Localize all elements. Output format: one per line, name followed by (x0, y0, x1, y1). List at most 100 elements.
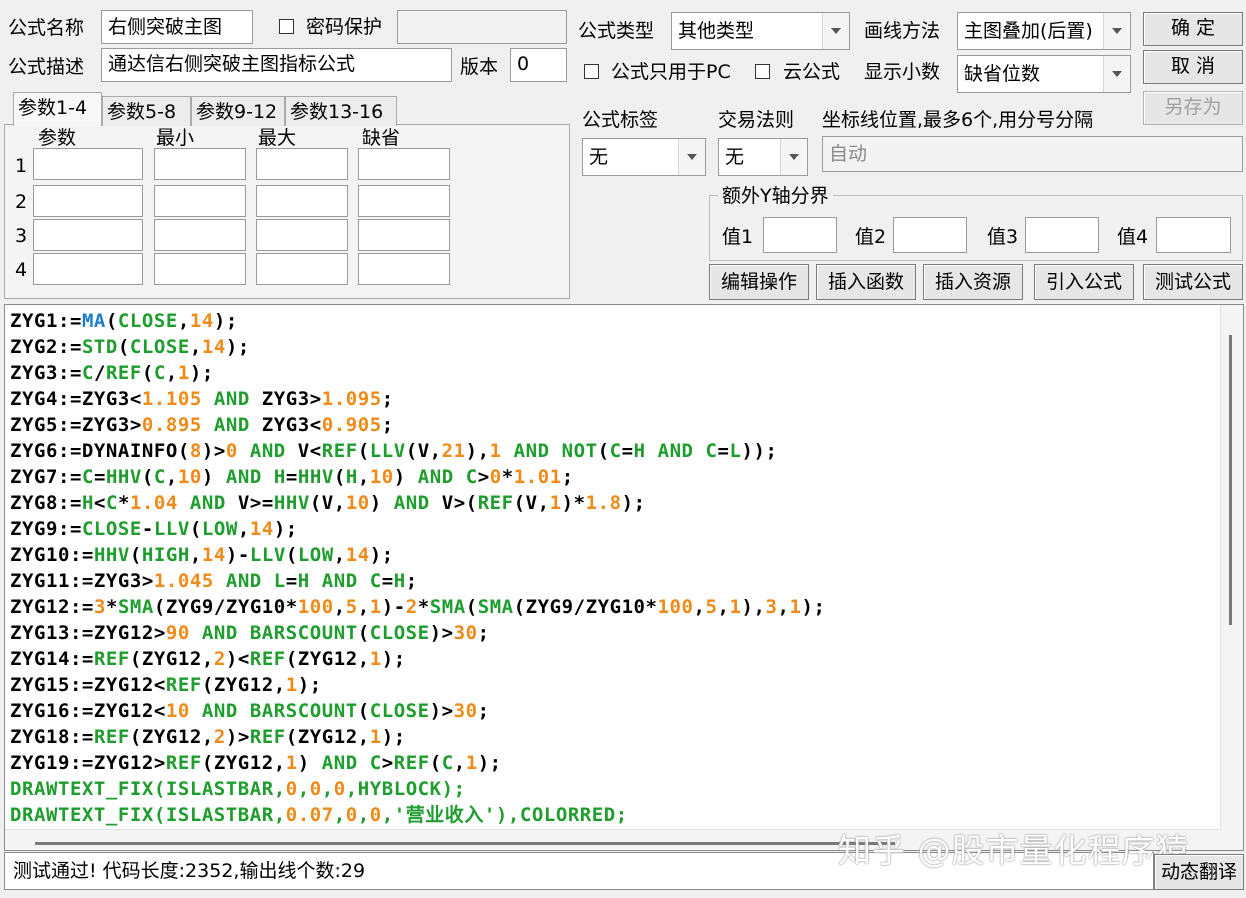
password-checkbox[interactable] (279, 19, 294, 34)
code-token: HIGH (141, 544, 190, 566)
code-token: L (729, 440, 742, 462)
code-token: 2 (405, 596, 418, 618)
test-formula-button[interactable]: 测试公式 (1143, 264, 1243, 300)
axis-position-label: 坐标线位置,最多6个,用分号分隔 (822, 109, 1094, 131)
code-token: 0 (369, 804, 382, 826)
code-token: ,HYBLOCK); (345, 778, 466, 800)
dynamic-translate-button[interactable]: 动态翻译 (1154, 854, 1244, 890)
ok-button[interactable]: 确 定 (1143, 12, 1243, 46)
code-token: ); (381, 726, 406, 748)
code-token: ZYG12:= (10, 596, 94, 618)
vertical-scrollbar[interactable] (1220, 305, 1243, 850)
param-3-default[interactable] (358, 219, 450, 251)
param-3-name[interactable] (33, 219, 143, 251)
code-token: 1.01 (513, 466, 562, 488)
param-1-default[interactable] (358, 148, 450, 180)
formula-name-label: 公式名称 (8, 17, 85, 39)
code-token: AND (225, 466, 262, 488)
chevron-down-icon[interactable] (1103, 13, 1130, 49)
tab-params-9-12[interactable]: 参数9-12 (191, 96, 285, 126)
tab-params-5-8[interactable]: 参数5-8 (102, 96, 191, 126)
code-token: CLOSE (117, 310, 178, 332)
vertical-scroll-thumb[interactable] (1229, 335, 1232, 625)
code-token: ( (465, 596, 478, 618)
code-token: ZYG10:= (10, 544, 94, 566)
param-1-name[interactable] (33, 148, 143, 180)
param-3-max[interactable] (256, 219, 348, 251)
code-line: ZYG1:=MA(CLOSE,14); (10, 308, 238, 334)
code-token: AND (321, 570, 358, 592)
code-token: AND (657, 440, 694, 462)
horizontal-scroll-thumb[interactable] (35, 842, 895, 845)
param-row-label: 2 (15, 191, 28, 213)
code-token: 1.105 (141, 388, 202, 410)
code-token: > (477, 466, 490, 488)
formula-name-input[interactable]: 右侧突破主图 (101, 10, 253, 44)
param-2-default[interactable] (358, 185, 450, 217)
chevron-down-icon[interactable] (1103, 56, 1130, 92)
param-2-min[interactable] (154, 185, 246, 217)
code-token: SMA (477, 596, 514, 618)
code-token: 14 (189, 310, 214, 332)
chevron-down-icon[interactable] (822, 13, 849, 49)
cancel-button[interactable]: 取 消 (1143, 50, 1243, 84)
tab-params-1-4[interactable]: 参数1-4 (13, 92, 102, 126)
formula-tag-select[interactable]: 无 (582, 138, 706, 176)
version-input[interactable]: 0 (510, 48, 567, 82)
chevron-down-icon[interactable] (678, 139, 705, 175)
code-token: , (189, 336, 202, 358)
param-4-max[interactable] (256, 253, 348, 285)
param-2-name[interactable] (33, 185, 143, 217)
pc-only-checkbox[interactable] (584, 64, 599, 79)
decimals-select[interactable]: 缺省位数 (957, 55, 1131, 93)
formula-desc-input[interactable]: 通达信右侧突破主图指标公式 (101, 48, 452, 82)
param-4-name[interactable] (33, 253, 143, 285)
chevron-down-icon[interactable] (780, 139, 807, 175)
formula-type-select[interactable]: 其他类型 (671, 12, 850, 50)
formula-type-label: 公式类型 (578, 20, 655, 42)
param-2-max[interactable] (256, 185, 348, 217)
param-4-default[interactable] (358, 253, 450, 285)
import-formula-button[interactable]: 引入公式 (1034, 264, 1134, 300)
code-token: , (333, 544, 346, 566)
code-token: ,'营业收入'),COLORRED; (381, 804, 628, 826)
y-value-3-input[interactable] (1025, 217, 1099, 253)
code-token: (ZYG12, (201, 674, 286, 696)
code-token: 14 (345, 544, 370, 566)
formula-type-value: 其他类型 (678, 20, 755, 42)
cloud-checkbox[interactable] (755, 64, 770, 79)
code-token: * (417, 596, 430, 618)
param-1-min[interactable] (154, 148, 246, 180)
param-3-min[interactable] (154, 219, 246, 251)
trade-rule-select[interactable]: 无 (718, 138, 808, 176)
code-token: (ZYG12, (285, 648, 370, 670)
code-line: ZYG10:=HHV(HIGH,14)-LLV(LOW,14); (10, 542, 394, 568)
insert-resource-button[interactable]: 插入资源 (923, 264, 1023, 300)
code-token: AND (201, 622, 238, 644)
edit-ops-button[interactable]: 编辑操作 (709, 264, 809, 300)
param-row-label: 4 (15, 259, 28, 281)
insert-function-button[interactable]: 插入函数 (816, 264, 916, 300)
code-line: ZYG4:=ZYG3<1.105 AND ZYG3>1.095; (10, 386, 394, 412)
save-as-button[interactable]: 另存为 (1143, 91, 1243, 125)
code-line: ZYG8:=H<C*1.04 AND V>=HHV(V,10) AND V>(R… (10, 490, 646, 516)
code-token: CLOSE (129, 336, 190, 358)
draw-method-select[interactable]: 主图叠加(后置) (957, 12, 1131, 50)
code-editor[interactable]: ZYG1:=MA(CLOSE,14); ZYG2:=STD(CLOSE,14); Z… (4, 304, 1244, 851)
code-token: ( (357, 440, 370, 462)
code-token: = (93, 466, 106, 488)
y-value-2-input[interactable] (893, 217, 967, 253)
code-token: ZYG7:= (10, 466, 82, 488)
param-1-max[interactable] (256, 148, 348, 180)
code-token: DRAWTEXT_FIX(ISLASTBAR, (10, 804, 286, 826)
code-token: AND (417, 466, 454, 488)
y-value-1-input[interactable] (763, 217, 837, 253)
tab-params-13-16[interactable]: 参数13-16 (285, 96, 397, 126)
y-value-4-input[interactable] (1156, 217, 1231, 253)
param-4-min[interactable] (154, 253, 246, 285)
